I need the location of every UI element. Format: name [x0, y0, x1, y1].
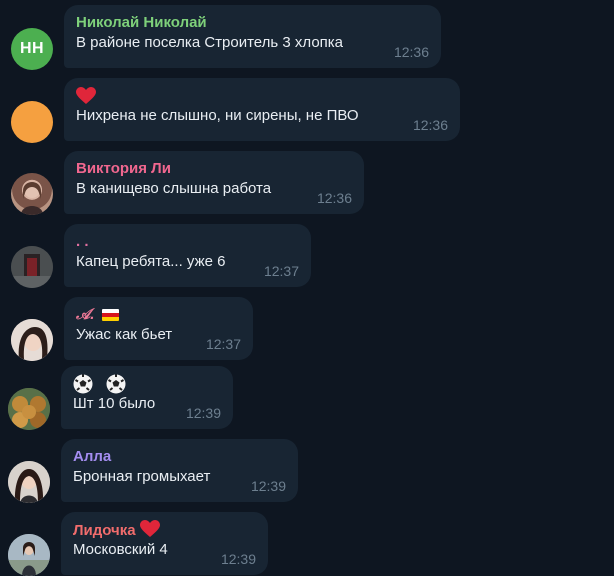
message-bubble[interactable]: . . Капец ребята... уже 6 12:37	[64, 224, 311, 287]
avatar-photo	[8, 388, 50, 430]
soccer-ball-icon	[106, 374, 126, 394]
message-text: В канищево слышна работа	[76, 180, 272, 197]
sender-name[interactable]: Алла	[73, 447, 286, 467]
soccer-ball-icon	[73, 374, 93, 394]
message-time: 12:36	[316, 190, 352, 206]
avatar-photo	[11, 319, 53, 361]
message-time: 12:37	[263, 263, 299, 279]
sender-name[interactable]: . .	[76, 232, 299, 252]
message-bubble[interactable]: Нихрена не слышно, ни сирены, не ПВО 12:…	[64, 78, 460, 141]
message-text: В районе поселка Строитель 3 хлопка	[76, 34, 344, 51]
reaction-row	[76, 86, 448, 106]
message-bubble[interactable]: Лидочка Московский 4 12:39	[61, 512, 268, 575]
message-time: 12:39	[185, 405, 221, 421]
avatar[interactable]	[8, 461, 50, 503]
message-bubble[interactable]: Алла Бронная громыхает 12:39	[61, 439, 298, 502]
avatar[interactable]	[11, 101, 53, 143]
sender-name-row[interactable]: 𝒜.	[76, 305, 241, 325]
sender-name[interactable]: Николай Николай	[76, 13, 429, 33]
avatar-photo	[8, 534, 50, 576]
avatar-initials: НН	[19, 40, 45, 57]
avatar[interactable]	[11, 319, 53, 361]
avatar[interactable]	[11, 246, 53, 288]
heart-icon	[139, 520, 160, 537]
avatar[interactable]	[8, 534, 50, 576]
message-bubble[interactable]: Виктория Ли В канищево слышна работа 12:…	[64, 151, 364, 214]
sender-icons[interactable]	[73, 374, 221, 394]
message-time: 12:36	[412, 117, 448, 133]
sender-name: 𝒜.	[76, 306, 95, 323]
sender-name-row[interactable]: Лидочка	[73, 520, 256, 540]
avatar-photo	[11, 246, 53, 288]
avatar[interactable]: НН	[11, 28, 53, 70]
avatar[interactable]	[11, 173, 53, 215]
message-time: 12:39	[250, 478, 286, 494]
avatar-photo	[21, 182, 43, 215]
avatar[interactable]	[8, 388, 50, 430]
avatar-photo	[8, 461, 50, 503]
message-bubble[interactable]: 𝒜. Ужас как бьет 12:37	[64, 297, 253, 360]
flag-icon	[101, 309, 119, 322]
message-time: 12:36	[393, 44, 429, 60]
heart-icon	[76, 87, 96, 104]
sender-name[interactable]: Виктория Ли	[76, 159, 352, 179]
message-bubble[interactable]: Николай Николай В районе поселка Строите…	[64, 5, 441, 68]
message-time: 12:37	[205, 336, 241, 352]
message-time: 12:39	[220, 551, 256, 567]
sender-name: Лидочка	[73, 522, 136, 539]
message-text: Нихрена не слышно, ни сирены, не ПВО	[76, 107, 359, 124]
message-bubble[interactable]: Шт 10 было 12:39	[61, 366, 233, 429]
